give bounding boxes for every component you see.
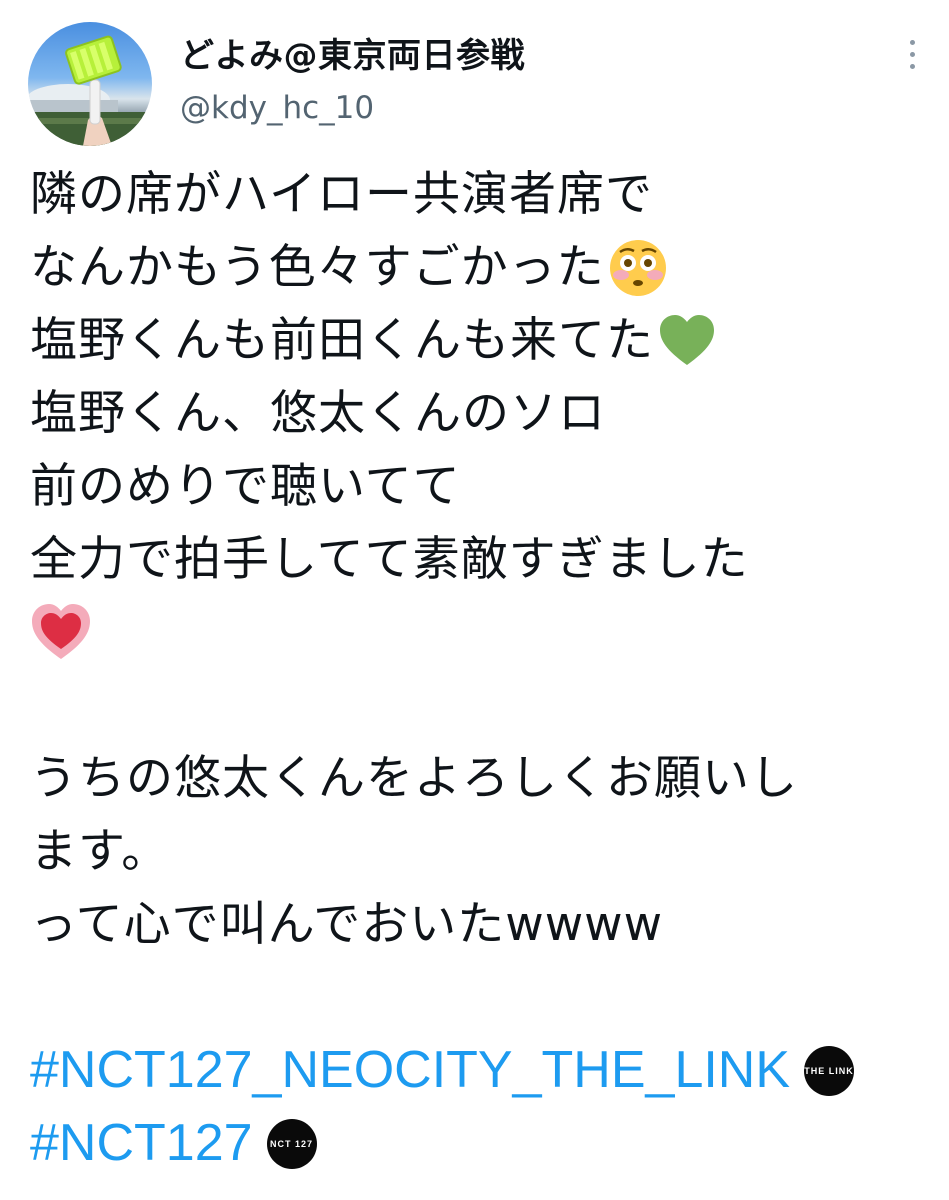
tweet-line-text: 全力で拍手してて素敵すぎました xyxy=(30,532,749,587)
tweet-line-text: 塩野くんも前田くんも来てた xyxy=(30,313,654,368)
tweet-line-text: 隣の席がハイロー共演者席で xyxy=(30,167,654,222)
tweet-line: ます。 xyxy=(30,815,930,888)
avatar[interactable] xyxy=(28,22,152,146)
tweet-line-text: なんかもう色々すごかった xyxy=(30,240,605,295)
tweet-line: 全力で拍手してて素敵すぎました xyxy=(30,523,930,596)
hashtag-line: #NCT127 NCT 127 xyxy=(30,1107,930,1180)
tweet-line: なんかもう色々すごかった xyxy=(30,231,930,304)
tweet-line-text: 塩野くん、悠太くんのソロ xyxy=(30,386,606,441)
the-link-hashflag-icon: THE LINK xyxy=(804,1045,855,1096)
tweet-line-text: 前のめりで聴いてて xyxy=(30,459,461,514)
hashtag-link[interactable]: #NCT127 xyxy=(30,1107,253,1180)
tweet-line xyxy=(30,596,930,669)
tweet-line: 前のめりで聴いてて xyxy=(30,450,930,523)
tweet: どよみ@東京両日参戦 @kdy_hc_10 隣の席がハイロー共演者席で なんかも… xyxy=(0,0,949,1200)
tweet-line: って心で叫んでおいたwwww xyxy=(30,888,930,961)
tweet-line-text: って心で叫んでおいたwwww xyxy=(30,897,664,952)
more-vertical-icon xyxy=(909,39,915,69)
more-options-button[interactable] xyxy=(895,30,929,78)
tweet-line: 塩野くんも前田くんも来てた xyxy=(30,304,930,377)
tweet-line: 塩野くん、悠太くんのソロ xyxy=(30,377,930,450)
display-name[interactable]: どよみ@東京両日参戦 xyxy=(180,28,525,77)
hashtag-line: #NCT127_NEOCITY_THE_LINK THE LINK xyxy=(30,1034,930,1107)
tweet-line-text: ます。 xyxy=(30,824,170,879)
flushed-face-emoji-icon xyxy=(607,237,669,299)
user-handle[interactable]: @kdy_hc_10 xyxy=(180,90,374,126)
green-heart-emoji-icon xyxy=(656,310,718,372)
nct127-hashflag-icon: NCT 127 xyxy=(266,1118,317,1169)
hashflag-label: NCT 127 xyxy=(270,1138,314,1149)
tweet-text: 隣の席がハイロー共演者席で なんかもう色々すごかった 塩野くんも前田くんも来てた… xyxy=(30,158,930,1180)
hashflag-label: THE LINK xyxy=(804,1065,854,1076)
glowing-heart-emoji-icon xyxy=(30,602,92,664)
tweet-line-text: うちの悠太くんをよろしくお願いし xyxy=(30,751,798,806)
tweet-line: 隣の席がハイロー共演者席で xyxy=(30,158,930,231)
hashtag-link[interactable]: #NCT127_NEOCITY_THE_LINK xyxy=(30,1034,790,1107)
tweet-line: うちの悠太くんをよろしくお願いし xyxy=(30,742,930,815)
